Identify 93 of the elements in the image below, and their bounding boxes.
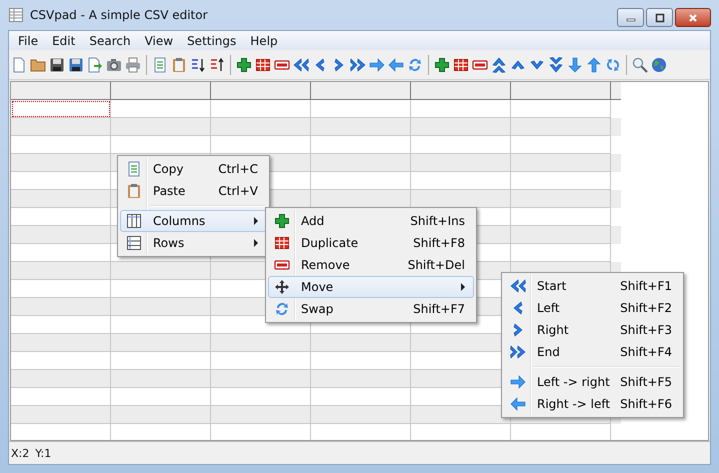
double-chevron-right-icon[interactable] <box>350 56 366 72</box>
search-icon[interactable] <box>632 56 648 72</box>
minimize-button[interactable] <box>617 8 644 27</box>
arrow-right-icon <box>510 374 526 390</box>
arrow-right-icon[interactable] <box>369 56 385 72</box>
menu-label: Duplicate <box>301 236 360 250</box>
menu-item[interactable]: File <box>11 34 46 48</box>
move-arrows-icon <box>274 279 290 295</box>
new-file-icon[interactable] <box>11 56 27 72</box>
sort-ascending-icon[interactable] <box>190 56 206 72</box>
menu-item[interactable]: Left -> right Shift+F5 <box>504 371 681 393</box>
document-icon[interactable] <box>152 56 168 72</box>
menu-label: Remove <box>301 258 351 272</box>
maximize-button[interactable] <box>646 8 673 27</box>
shortcut-text: Shift+F3 <box>620 323 672 337</box>
status-text: X:2 <box>11 446 30 460</box>
double-chevron-right-icon <box>510 344 526 360</box>
double-chevron-left-icon[interactable] <box>293 56 309 72</box>
arrow-left-icon <box>510 396 526 412</box>
app-icon <box>8 7 24 23</box>
close-icon <box>688 12 698 22</box>
menu-label: Paste <box>153 184 186 198</box>
menu-item[interactable]: Columns <box>120 210 267 232</box>
grid-icon <box>274 235 290 251</box>
document-icon <box>126 161 142 177</box>
window-title: CSVpad - A simple CSV editor <box>30 8 208 22</box>
menu-item[interactable]: Left Shift+F2 <box>504 297 681 319</box>
plus-icon <box>274 213 290 229</box>
menu-label: Columns <box>153 214 206 228</box>
shortcut-text: Ctrl+C <box>218 162 258 176</box>
shortcut-text: Shift+F7 <box>413 302 465 316</box>
menu-item[interactable]: Edit <box>45 34 82 48</box>
menu-item[interactable]: Settings <box>180 34 244 48</box>
menu-item[interactable]: Start Shift+F1 <box>504 275 681 297</box>
menu-item[interactable]: View <box>138 34 180 48</box>
double-chevron-down-icon[interactable] <box>548 56 564 72</box>
table-cell[interactable] <box>11 100 111 118</box>
globe-icon[interactable] <box>651 56 667 72</box>
menu-item[interactable]: Swap Shift+F7 <box>268 298 474 320</box>
menu-item[interactable]: Rows <box>120 232 267 254</box>
menu-item[interactable]: Right -> left Shift+F6 <box>504 393 681 415</box>
shortcut-text: Shift+Del <box>408 258 465 272</box>
close-button[interactable] <box>675 8 711 27</box>
shortcut-text: Shift+F5 <box>620 375 672 389</box>
menu-item[interactable]: Help <box>243 34 285 48</box>
shortcut-text: Shift+F4 <box>620 345 672 359</box>
menu-label: Left <box>537 301 561 315</box>
menu-item[interactable]: Remove Shift+Del <box>268 254 474 276</box>
menu-label: Right -> left <box>537 397 612 411</box>
menu-label: End <box>537 345 561 359</box>
columns-icon <box>126 213 142 229</box>
menu-label: Move <box>301 280 334 294</box>
shortcut-text: Shift+Ins <box>410 214 465 228</box>
folder-icon[interactable] <box>30 56 46 72</box>
grid-icon[interactable] <box>453 56 469 72</box>
menu-label: Rows <box>153 236 186 250</box>
sort-descending-icon[interactable] <box>209 56 225 72</box>
clipboard-icon[interactable] <box>171 56 187 72</box>
menu-label: Add <box>301 214 326 228</box>
menu-item[interactable]: Add Shift+Ins <box>268 210 474 232</box>
shortcut-text: Shift+F8 <box>413 236 465 250</box>
menu-item[interactable]: Right Shift+F3 <box>504 319 681 341</box>
menu-item[interactable]: Paste Ctrl+V <box>120 180 267 202</box>
swap-arrows-icon <box>274 301 290 317</box>
menu-item[interactable]: End Shift+F4 <box>504 341 681 363</box>
maximize-icon <box>654 12 664 22</box>
swap-arrows-icon[interactable] <box>407 56 423 72</box>
arrow-down-icon[interactable] <box>567 56 583 72</box>
arrow-left-icon[interactable] <box>388 56 404 72</box>
grid-icon[interactable] <box>255 56 271 72</box>
swap-arrows-icon[interactable] <box>605 56 621 72</box>
menu-label: Right <box>537 323 570 337</box>
menu-item[interactable]: Duplicate Shift+F8 <box>268 232 474 254</box>
menu-label: Left -> right <box>537 375 611 389</box>
plus-icon[interactable] <box>236 56 252 72</box>
menu-label: Start <box>537 279 568 293</box>
menu-label: Copy <box>153 162 184 176</box>
shortcut-text: Shift+F2 <box>620 301 672 315</box>
menu-item[interactable]: Move <box>268 276 474 298</box>
menu-label: Swap <box>301 302 334 316</box>
menu-item[interactable]: Copy Ctrl+C <box>120 158 267 180</box>
double-chevron-up-icon[interactable] <box>491 56 507 72</box>
status-text: Y:1 <box>35 446 52 460</box>
menu-item[interactable]: Search <box>82 34 138 48</box>
shortcut-text: Shift+F1 <box>620 279 672 293</box>
double-chevron-left-icon <box>510 278 526 294</box>
arrow-up-icon[interactable] <box>586 56 602 72</box>
plus-icon[interactable] <box>434 56 450 72</box>
rows-icon <box>126 235 142 251</box>
shortcut-text: Shift+F6 <box>620 397 672 411</box>
clipboard-icon <box>126 183 142 199</box>
camera-icon[interactable] <box>106 56 122 72</box>
shortcut-text: Ctrl+V <box>218 184 258 198</box>
